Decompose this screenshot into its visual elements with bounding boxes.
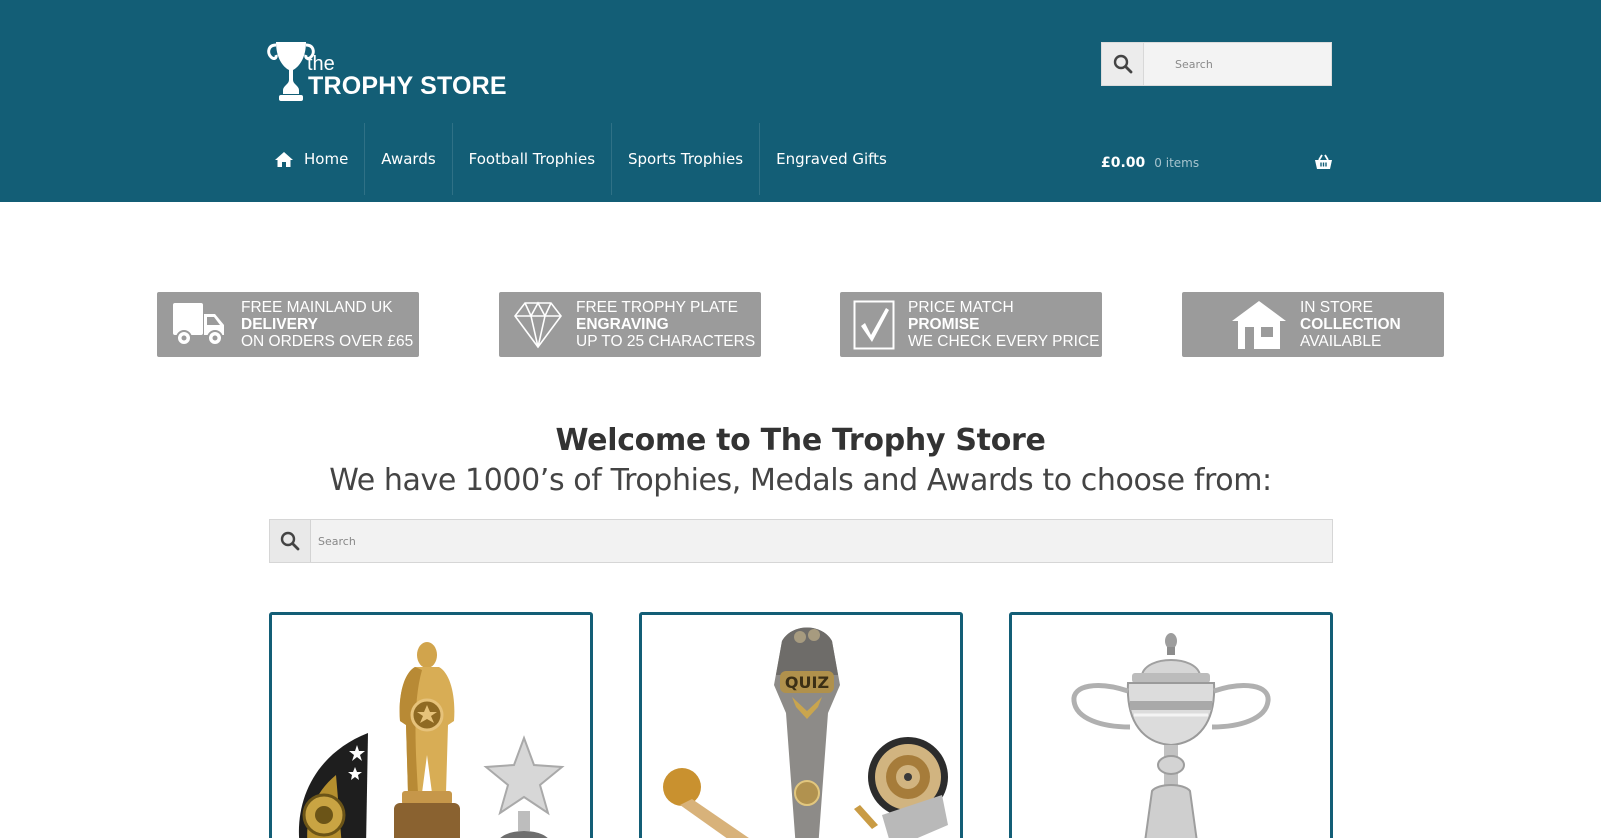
cart-total: £0.00 [1101, 155, 1146, 171]
usp-collection-line1: IN STORE [1300, 299, 1373, 316]
main-search-input[interactable] [312, 520, 1330, 562]
quiz-engraving-icon: QUIZ [785, 673, 829, 692]
awards-trophies-image [298, 642, 565, 838]
usp-delivery-line1: FREE MAINLAND UK [241, 299, 393, 316]
cart-item-count: 0 items [1154, 156, 1200, 170]
nav-home-label: Home [304, 150, 349, 168]
checkmark-icon [853, 300, 895, 350]
nav-item-engraved-gifts[interactable]: Engraved Gifts [760, 123, 903, 195]
welcome-subtitle: We have 1000’s of Trophies, Medals and A… [329, 463, 1272, 498]
header-search[interactable] [1101, 42, 1332, 86]
usp-delivery-line3: ON ORDERS OVER £65 [241, 333, 414, 350]
diamond-icon [513, 301, 563, 349]
search-icon[interactable] [1102, 43, 1144, 85]
usp-collection-line2: COLLECTION [1300, 316, 1401, 333]
nav-item-sports-trophies[interactable]: Sports Trophies [612, 123, 761, 195]
usp-engraving-line2: ENGRAVING [576, 316, 669, 333]
usp-engraving-line3: UP TO 25 CHARACTERS [576, 333, 756, 350]
usp-delivery-line2: DELIVERY [241, 316, 318, 333]
nav-item-awards[interactable]: Awards [365, 123, 453, 195]
logo-store-text: TROPHY STORE [308, 72, 507, 100]
main-search[interactable] [269, 519, 1333, 563]
nav-item-home[interactable]: Home [267, 123, 366, 195]
quiz-darts-trophies-image: QUIZ [663, 627, 948, 838]
welcome-title: Welcome to The Trophy Store [555, 423, 1046, 458]
main-navigation: Home Awards Football Trophies Sports Tro… [267, 123, 903, 195]
site-header: the TROPHY STORE Home Awards Football Tr… [0, 0, 1601, 202]
nav-item-football-trophies[interactable]: Football Trophies [453, 123, 613, 195]
usp-price-line2: PROMISE [908, 316, 980, 333]
site-logo[interactable]: the TROPHY STORE [267, 40, 507, 102]
category-card-cups[interactable] [1009, 612, 1333, 838]
store-icon [1232, 301, 1286, 349]
header-search-input[interactable] [1145, 43, 1331, 85]
silver-cup-trophy-image [1071, 633, 1271, 838]
usp-store-collection: IN STORE COLLECTION AVAILABLE [1182, 292, 1444, 357]
usp-engraving-line1: FREE TROPHY PLATE [576, 299, 738, 316]
usp-price-line1: PRICE MATCH [908, 299, 1014, 316]
usp-free-engraving: FREE TROPHY PLATE ENGRAVING UP TO 25 CHA… [499, 292, 761, 357]
cart-summary[interactable]: £0.00 0 items [1101, 150, 1333, 176]
search-icon[interactable] [270, 520, 311, 562]
truck-icon [173, 303, 224, 346]
usp-price-match: PRICE MATCH PROMISE WE CHECK EVERY PRICE [840, 292, 1102, 357]
usp-collection-line3: AVAILABLE [1300, 333, 1382, 350]
usp-price-line3: WE CHECK EVERY PRICE [908, 333, 1100, 350]
logo-the-text: the [307, 53, 335, 75]
usp-free-delivery: FREE MAINLAND UK DELIVERY ON ORDERS OVER… [157, 292, 419, 357]
category-card-awards[interactable] [269, 612, 593, 838]
basket-icon[interactable] [1314, 154, 1333, 175]
category-card-quiz-darts[interactable]: QUIZ [639, 612, 963, 838]
home-icon [274, 151, 294, 168]
